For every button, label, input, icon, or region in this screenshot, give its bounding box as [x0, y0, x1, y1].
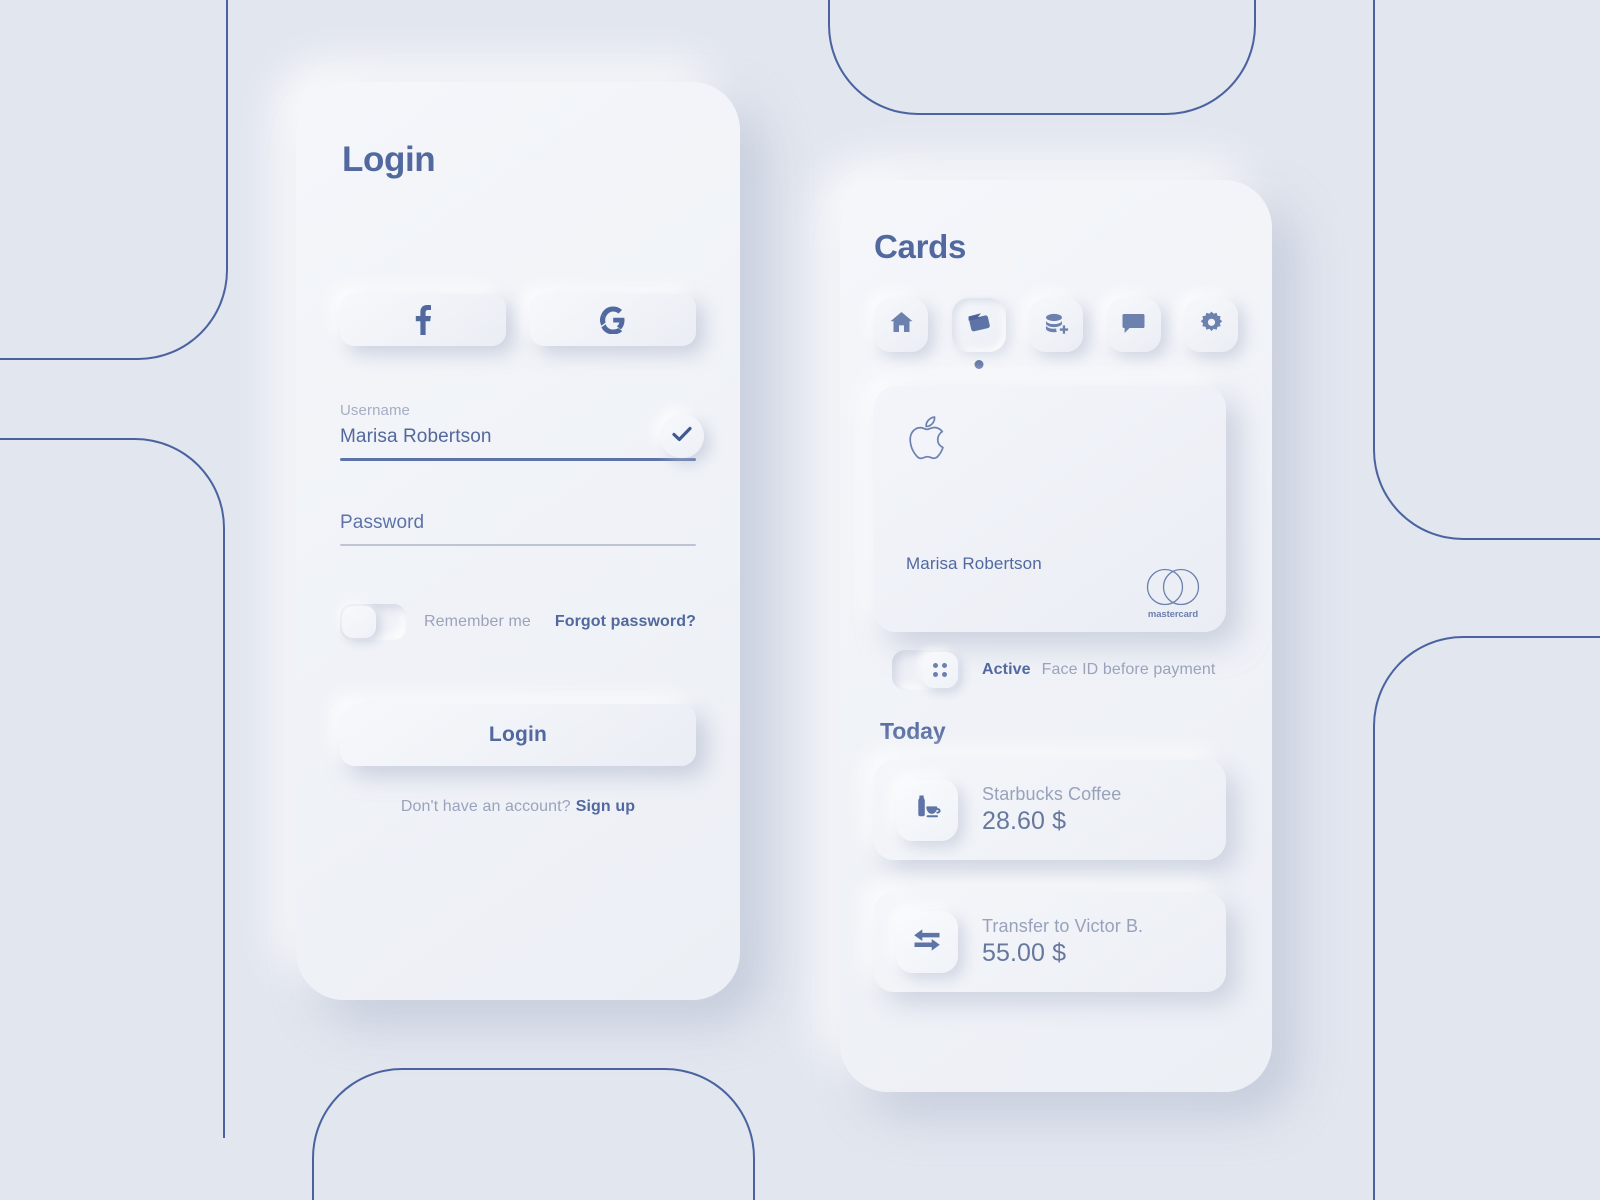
cards-page-title: Cards	[874, 228, 967, 265]
nav-item-messages[interactable]	[1106, 298, 1161, 352]
transaction-row[interactable]: Transfer to Victor B. 55.00 $	[874, 892, 1226, 992]
nav-item-settings[interactable]	[1184, 298, 1238, 352]
transaction-text: Transfer to Victor B. 55.00 $	[982, 916, 1143, 968]
faceid-toggle[interactable]	[892, 650, 960, 690]
password-field-group: Password	[340, 512, 696, 546]
background-decoration	[0, 0, 1600, 1200]
password-input[interactable]: Password	[340, 512, 696, 544]
remember-me-toggle[interactable]	[340, 604, 406, 640]
today-section-title: Today	[880, 718, 946, 744]
faceid-row: Active Face ID before payment	[892, 650, 1215, 690]
username-underline	[340, 458, 696, 461]
transaction-row[interactable]: Starbucks Coffee 28.60 $	[874, 760, 1226, 860]
login-panel: Login Username Marisa Robertson Password…	[296, 82, 740, 1000]
deco-outline-top-left	[0, 0, 228, 360]
login-button[interactable]: Login	[340, 704, 696, 766]
faceid-toggle-knob	[922, 652, 958, 688]
cards-icon	[965, 309, 992, 341]
home-icon	[889, 310, 914, 340]
coins-plus-icon	[1043, 311, 1069, 340]
transaction-name: Starbucks Coffee	[982, 784, 1122, 804]
gear-icon	[1199, 310, 1224, 340]
apple-icon	[906, 410, 952, 470]
transaction-name: Transfer to Victor B.	[982, 916, 1144, 936]
google-login-button[interactable]	[530, 294, 696, 346]
grip-dots-icon	[933, 663, 947, 677]
password-underline	[340, 544, 696, 546]
transaction-text: Starbucks Coffee 28.60 $	[982, 784, 1121, 836]
username-valid-badge	[660, 414, 704, 458]
bottom-nav	[874, 298, 1238, 369]
remember-row: Remember me Forgot password?	[340, 604, 696, 640]
card-holder-name: Marisa Robertson	[906, 554, 1042, 573]
signup-prompt: Don't have an account?	[400, 798, 571, 815]
check-icon	[672, 426, 692, 447]
facebook-login-button[interactable]	[340, 294, 506, 346]
signup-link[interactable]: Sign up	[576, 798, 635, 815]
credit-card[interactable]: Marisa Robertson mastercard	[874, 386, 1226, 632]
nav-item-add-funds[interactable]	[1029, 298, 1083, 352]
coffee-icon	[912, 793, 942, 828]
signup-row: Don't have an account? Sign up	[340, 798, 696, 816]
nav-item-cards[interactable]	[951, 298, 1006, 369]
deco-outline-left-middle	[0, 438, 225, 1138]
transaction-icon-wrap	[896, 911, 958, 973]
transfer-icon	[911, 926, 943, 959]
cards-panel: Cards Marisa Robertson mastercard Active…	[840, 180, 1272, 1092]
forgot-password-link[interactable]: Forgot password?	[555, 613, 696, 631]
username-input[interactable]: Marisa Robertson	[340, 426, 696, 458]
transaction-amount: 28.60 $	[982, 807, 1067, 835]
username-label: Username	[340, 402, 410, 419]
transaction-amount: 55.00 $	[982, 939, 1067, 967]
nav-active-indicator	[974, 360, 983, 369]
remember-me-label: Remember me	[424, 613, 531, 630]
deco-outline-bottom-center	[312, 1068, 755, 1200]
faceid-description: Face ID before payment	[1041, 661, 1216, 678]
deco-outline-right-bottom	[1373, 636, 1600, 1200]
username-field-group: Username Marisa Robertson	[340, 402, 704, 461]
transaction-icon-wrap	[896, 779, 958, 841]
toggle-knob	[342, 606, 376, 638]
mastercard-logo: mastercard	[1142, 568, 1204, 620]
page-title: Login	[342, 140, 436, 179]
nav-item-home[interactable]	[874, 298, 928, 352]
deco-outline-top-center	[828, 0, 1256, 115]
social-login-row	[340, 294, 696, 346]
facebook-icon	[414, 305, 432, 335]
deco-outline-right-top	[1373, 0, 1600, 540]
faceid-status-badge: Active	[982, 661, 1031, 678]
google-icon	[599, 306, 627, 334]
chat-icon	[1121, 311, 1146, 340]
mastercard-label: mastercard	[1147, 609, 1199, 620]
